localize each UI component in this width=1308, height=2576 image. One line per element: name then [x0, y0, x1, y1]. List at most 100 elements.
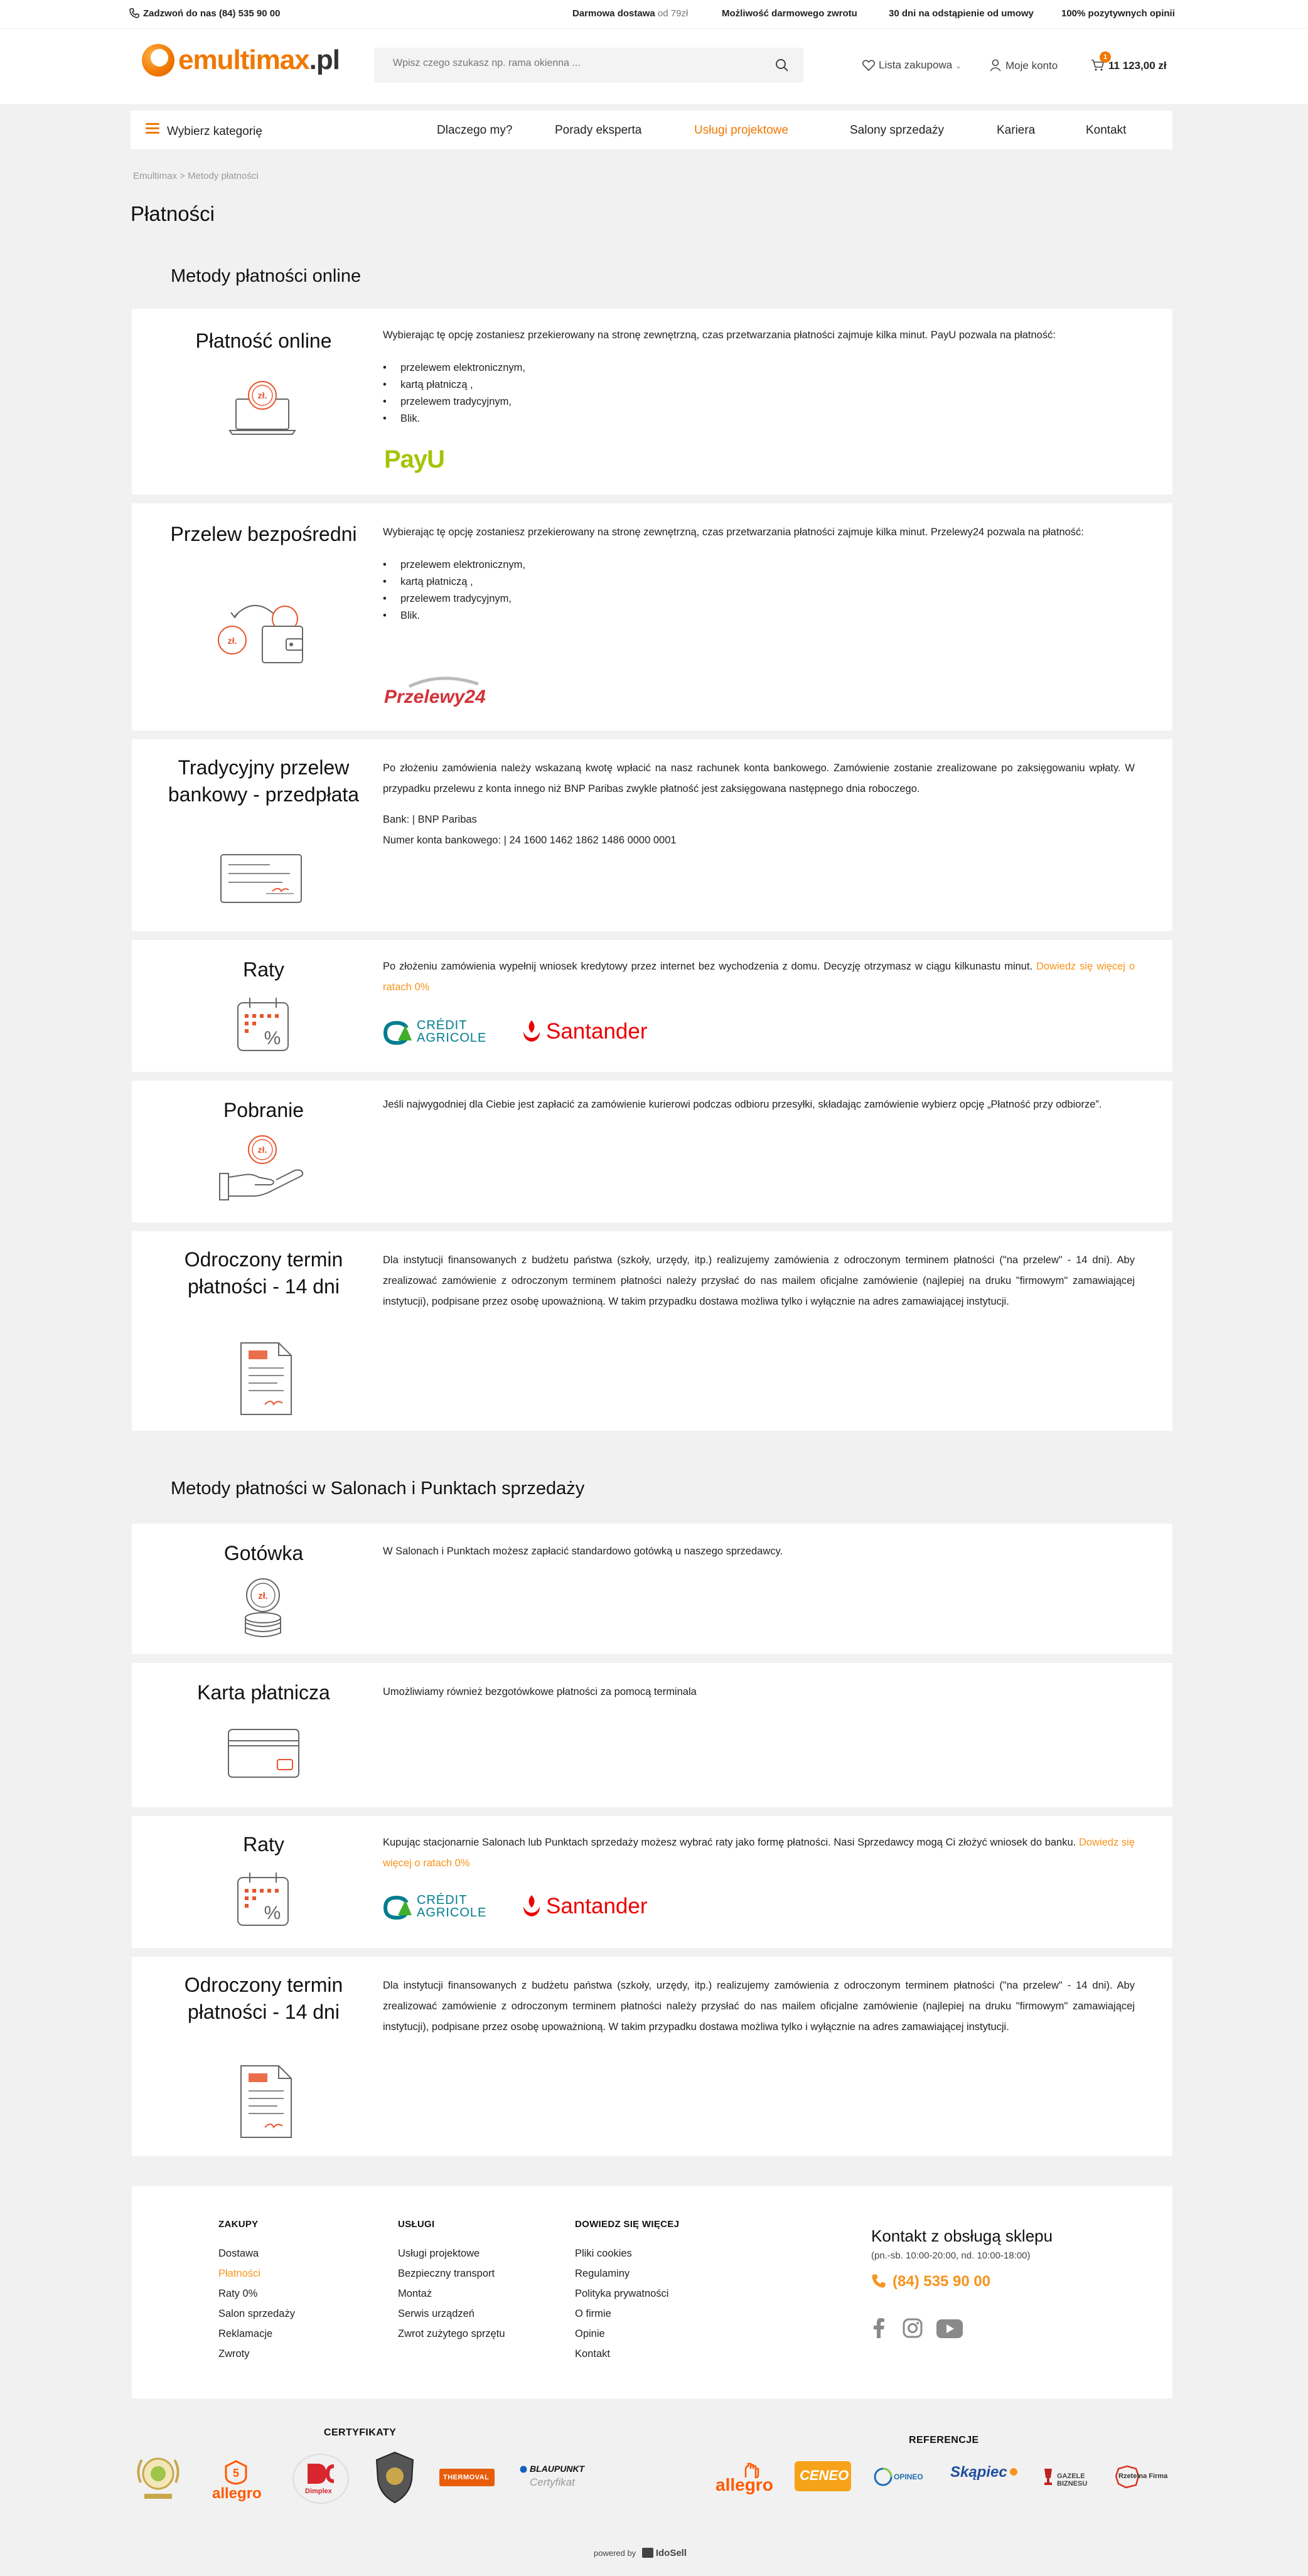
payu-logo: PayU — [384, 446, 445, 473]
nav-item-design-services[interactable]: Usługi projektowe — [694, 124, 788, 137]
card-title: Karta płatnicza — [197, 1681, 330, 1704]
coin-stack-icon: zł. — [245, 1578, 281, 1637]
footer-link[interactable]: Pliki cookies — [575, 2243, 679, 2263]
footer-link[interactable]: Zwroty — [218, 2344, 295, 2364]
card-description: Po złożeniu zamówienia wypełnij wniosek … — [383, 961, 1036, 972]
opineo-wordmark: OPINEO — [894, 2472, 923, 2481]
nav-item-showrooms[interactable]: Salony sprzedaży — [850, 124, 944, 137]
shield-award-icon[interactable] — [374, 2451, 415, 2504]
opinion-award-badge-icon[interactable] — [134, 2451, 182, 2504]
ceneo-reference-logo[interactable]: CENEO — [795, 2461, 851, 2491]
search-icon[interactable] — [775, 58, 790, 73]
footer-link[interactable]: Regulaminy — [575, 2263, 679, 2284]
cart-count-badge: 1 — [1100, 51, 1111, 63]
facebook-icon[interactable] — [872, 2318, 885, 2338]
site-logo[interactable]: emultimax.pl — [142, 44, 340, 77]
allegro-cert-wordmark: allegro — [212, 2485, 262, 2502]
main-nav: Wybierz kategorię Dlaczego my? Porady ek… — [131, 110, 1172, 149]
powered-by[interactable]: powered by IdoSell — [594, 2548, 687, 2558]
contact-phone-number: (84) 535 90 00 — [893, 2273, 991, 2290]
payment-card-card: Karta płatnicza Umożliwiamy również bezg… — [132, 1663, 1172, 1807]
svg-text:5: 5 — [233, 2467, 239, 2479]
footer-link[interactable]: Salon sprzedaży — [218, 2304, 295, 2324]
breadcrumb[interactable]: Emultimax > Metody płatności — [133, 171, 259, 181]
payment-options-list: przelewem elektronicznym, kartą płatnicz… — [383, 360, 1135, 427]
card-text: Dla instytucji finansowanych z budżetu p… — [383, 1254, 1135, 1307]
bank-cheque-icon — [220, 854, 302, 903]
allegro-reference-logo[interactable]: allegro — [716, 2462, 778, 2498]
footer-col-services: USŁUGI Usługi projektowe Bezpieczny tran… — [398, 2219, 505, 2344]
list-item: kartą płatniczą , — [383, 574, 1135, 591]
footer: ZAKUPY Dostawa Płatności Raty 0% Salon s… — [132, 2186, 1172, 2398]
card-title: Tradycyjny przelew bankowy - przedpłata — [168, 756, 360, 806]
youtube-icon[interactable] — [936, 2319, 963, 2338]
gazele-biznesu-reference-logo[interactable]: GAZELE BIZNESU — [1042, 2467, 1098, 2489]
document-icon — [240, 1342, 292, 1415]
cart-total: 11 123,00 zł — [1108, 60, 1167, 72]
account-link[interactable]: Moje konto — [989, 59, 1058, 72]
footer-link[interactable]: Bezpieczny transport — [398, 2263, 505, 2284]
nav-item-expert-advice[interactable]: Porady eksperta — [555, 124, 641, 137]
instagram-icon[interactable] — [903, 2318, 923, 2338]
idosell-wordmark: IdoSell — [655, 2548, 687, 2558]
references-title: REFERENCJE — [909, 2435, 979, 2445]
opineo-reference-logo[interactable]: OPINEO — [874, 2466, 926, 2491]
rzetelna-firma-reference-logo[interactable]: Rzetelna Firma — [1115, 2462, 1172, 2493]
gazele-wordmark: GAZELE BIZNESU — [1057, 2472, 1088, 2488]
contact-phone[interactable]: (84) 535 90 00 — [871, 2273, 990, 2290]
footer-col-shopping: ZAKUPY Dostawa Płatności Raty 0% Salon s… — [218, 2219, 295, 2364]
wallet-transfer-icon: zł. — [218, 604, 303, 663]
nav-item-career[interactable]: Kariera — [997, 124, 1035, 137]
categories-menu-button[interactable]: Wybierz kategorię — [146, 123, 262, 139]
page-title: Płatności — [131, 202, 215, 225]
logo-mark-icon — [142, 44, 174, 77]
blaupunkt-cert-logo[interactable]: BLAUPUNKT Certyfikat — [520, 2464, 589, 2494]
footer-link[interactable]: Reklamacje — [218, 2324, 295, 2344]
list-item: przelewem elektronicznym, — [383, 360, 1135, 377]
document-icon — [240, 2065, 292, 2138]
nav-item-why-us[interactable]: Dlaczego my? — [437, 124, 512, 137]
idosell-mark-icon — [641, 2548, 653, 2558]
search-bar — [374, 48, 803, 83]
skapiec-reference-logo[interactable]: Skąpiec — [950, 2464, 1019, 2491]
footer-link[interactable]: Raty 0% — [218, 2284, 295, 2304]
phone-icon — [872, 2274, 886, 2288]
phone-icon — [129, 8, 139, 18]
card-title: Raty — [243, 1833, 284, 1856]
list-item: kartą płatniczą , — [383, 377, 1135, 393]
bank-account-number: Numer konta bankowego: | 24 1600 1462 18… — [383, 835, 677, 846]
footer-link[interactable]: Montaż — [398, 2284, 505, 2304]
section-title-stores: Metody płatności w Salonach i Punktach s… — [171, 1478, 585, 1499]
allegro-cert-logo[interactable]: 5 allegro — [212, 2460, 262, 2504]
footer-link[interactable]: Dostawa — [218, 2243, 295, 2263]
footer-link[interactable]: Opinie — [575, 2324, 679, 2344]
footer-link[interactable]: Polityka prywatności — [575, 2284, 679, 2304]
footer-link[interactable]: Płatności — [218, 2263, 295, 2284]
certificates-title: CERTYFIKATY — [324, 2427, 397, 2438]
footer-link[interactable]: O firmie — [575, 2304, 679, 2324]
dimplex-cert-logo[interactable]: Dimplex — [292, 2454, 349, 2504]
perk-opinions: 100% pozytywnych opinii — [1061, 8, 1175, 19]
card-text: Kupując stacjonarnie Salonach lub Punkta… — [383, 1832, 1135, 1874]
list-item: Blik. — [383, 607, 1135, 624]
card-title: Płatność online — [195, 329, 332, 352]
svg-text:zł.: zł. — [258, 1591, 268, 1601]
skapiec-dot-icon — [1010, 2468, 1017, 2476]
wishlist-link[interactable]: Lista zakupowa ⌄ — [862, 59, 962, 72]
search-input[interactable] — [393, 58, 757, 69]
payment-card-deferred: Odroczony termin płatności - 14 dni Dla … — [132, 1231, 1172, 1431]
thermoval-cert-logo[interactable]: THERMOVAL — [439, 2469, 495, 2486]
payment-card-cash: Gotówka zł. W Salonach i Punktach możesz… — [132, 1524, 1172, 1654]
footer-link[interactable]: Serwis urządzeń — [398, 2304, 505, 2324]
allegro-badge-icon: 5 — [225, 2460, 247, 2485]
nav-item-contact[interactable]: Kontakt — [1086, 124, 1126, 137]
card-text: Po złożeniu zamówienia wypełnij wniosek … — [383, 956, 1135, 998]
list-item: przelewem elektronicznym, — [383, 557, 1135, 574]
card-text: Po złożeniu zamówienia należy wskazaną k… — [383, 758, 1135, 851]
footer-link[interactable]: Kontakt — [575, 2344, 679, 2364]
topbar-phone[interactable]: Zadzwoń do nas (84) 535 90 00 — [129, 8, 280, 19]
wishlist-label: Lista zakupowa — [879, 59, 953, 71]
footer-link[interactable]: Zwrot zużytego sprzętu — [398, 2324, 505, 2344]
credit-agricole-logo: CRÉDIT AGRICOLE — [383, 1894, 515, 1923]
footer-link[interactable]: Usługi projektowe — [398, 2243, 505, 2263]
